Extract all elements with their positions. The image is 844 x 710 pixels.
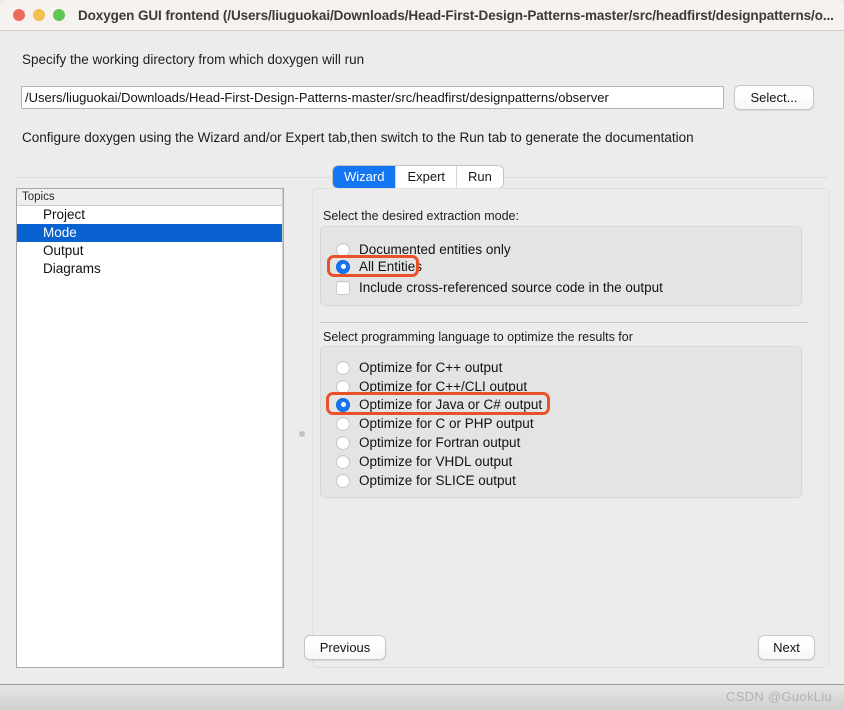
- extraction-mode-caption: Select the desired extraction mode:: [323, 209, 519, 223]
- app-window: Doxygen GUI frontend (/Users/liuguokai/D…: [0, 0, 844, 710]
- topics-list-header: Topics: [17, 189, 283, 206]
- working-directory-input[interactable]: [21, 86, 724, 109]
- footer-bar: [0, 685, 844, 710]
- option-optimize-cpp[interactable]: Optimize for C++ output: [336, 358, 502, 377]
- option-optimize-cpp-cli[interactable]: Optimize for C++/CLI output: [336, 377, 527, 396]
- option-optimize-java-csharp[interactable]: Optimize for Java or C# output: [336, 395, 542, 414]
- section-divider: [320, 322, 808, 323]
- previous-button[interactable]: Previous: [304, 635, 386, 660]
- option-optimize-vhdl[interactable]: Optimize for VHDL output: [336, 452, 512, 471]
- option-label: Optimize for VHDL output: [359, 454, 513, 469]
- radio-icon[interactable]: [336, 454, 350, 469]
- radio-selected-icon[interactable]: [336, 259, 350, 274]
- option-label: Optimize for C++/CLI output: [359, 379, 528, 394]
- radio-icon[interactable]: [336, 379, 350, 394]
- option-label: Include cross-referenced source code in …: [359, 280, 663, 295]
- radio-icon[interactable]: [336, 242, 350, 257]
- tab-bar: Wizard Expert Run: [333, 166, 503, 188]
- title-bar: Doxygen GUI frontend (/Users/liuguokai/D…: [0, 0, 844, 31]
- select-directory-button[interactable]: Select...: [734, 85, 814, 110]
- close-button[interactable]: [13, 9, 25, 21]
- maximize-button[interactable]: [53, 9, 65, 21]
- option-label: All Entities: [359, 259, 423, 274]
- radio-icon[interactable]: [336, 435, 350, 450]
- option-label: Documented entities only: [359, 242, 511, 257]
- radio-selected-icon[interactable]: [336, 397, 350, 412]
- option-optimize-slice[interactable]: Optimize for SLICE output: [336, 471, 516, 490]
- window-controls: [13, 9, 65, 21]
- configure-hint-label: Configure doxygen using the Wizard and/o…: [22, 130, 694, 145]
- option-optimize-fortran[interactable]: Optimize for Fortran output: [336, 433, 520, 452]
- option-label: Optimize for C++ output: [359, 360, 503, 375]
- panel-splitter-handle[interactable]: [299, 431, 305, 437]
- next-button[interactable]: Next: [758, 635, 815, 660]
- option-optimize-c-php[interactable]: Optimize for C or PHP output: [336, 414, 534, 433]
- checkbox-icon[interactable]: [336, 280, 350, 295]
- option-all-entities[interactable]: All Entities: [336, 257, 422, 276]
- option-label: Optimize for Fortran output: [359, 435, 521, 450]
- radio-icon[interactable]: [336, 416, 350, 431]
- radio-icon[interactable]: [336, 473, 350, 488]
- sidebar-item-mode[interactable]: Mode: [17, 224, 283, 242]
- language-section-caption: Select programming language to optimize …: [323, 330, 633, 344]
- tab-wizard[interactable]: Wizard: [333, 166, 396, 188]
- minimize-button[interactable]: [33, 9, 45, 21]
- sidebar-item-project[interactable]: Project: [17, 206, 283, 224]
- tab-run[interactable]: Run: [456, 166, 503, 188]
- working-directory-label: Specify the working directory from which…: [22, 52, 365, 67]
- option-label: Optimize for Java or C# output: [359, 397, 543, 412]
- sidebar-item-diagrams[interactable]: Diagrams: [17, 260, 283, 278]
- watermark-label: CSDN @GuokLiu: [726, 689, 832, 704]
- option-include-cross-referenced-source[interactable]: Include cross-referenced source code in …: [336, 278, 663, 297]
- topics-list[interactable]: Topics Project Mode Output Diagrams: [16, 188, 284, 668]
- radio-icon[interactable]: [336, 360, 350, 375]
- window-title: Doxygen GUI frontend (/Users/liuguokai/D…: [78, 7, 834, 23]
- option-label: Optimize for SLICE output: [359, 473, 516, 488]
- topics-scrollbar[interactable]: [282, 189, 283, 667]
- option-label: Optimize for C or PHP output: [359, 416, 534, 431]
- tab-expert[interactable]: Expert: [395, 166, 457, 188]
- sidebar-item-output[interactable]: Output: [17, 242, 283, 260]
